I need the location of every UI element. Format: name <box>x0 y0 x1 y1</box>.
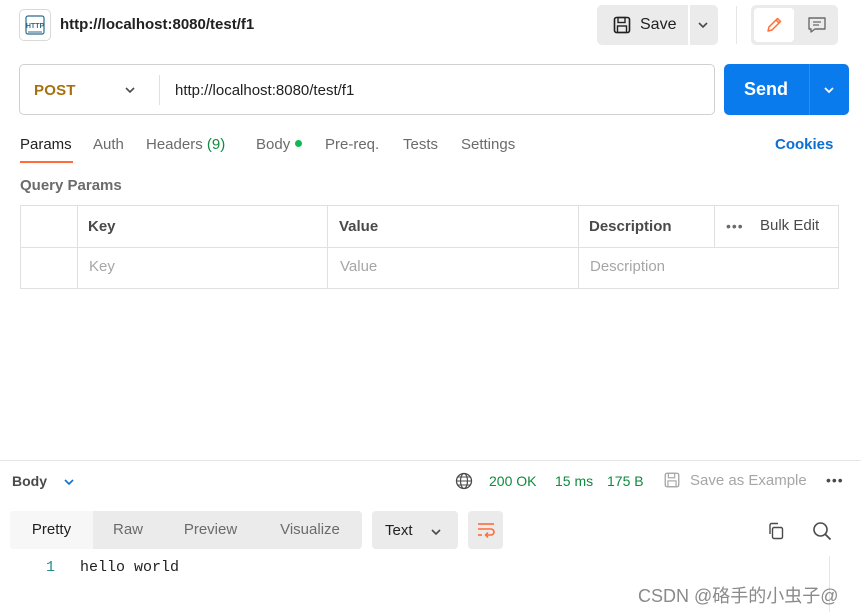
send-button-group: Send <box>724 64 849 115</box>
divider <box>714 206 715 247</box>
comments-button[interactable] <box>798 8 836 42</box>
response-size[interactable]: 175 B <box>607 473 644 489</box>
status-code[interactable]: 200 OK <box>489 473 536 489</box>
cookies-link[interactable]: Cookies <box>775 136 833 153</box>
chevron-down-icon <box>824 87 834 94</box>
method-select[interactable]: POST <box>34 82 76 99</box>
view-tab-pretty[interactable]: Pretty <box>10 511 93 549</box>
divider <box>736 6 737 44</box>
save-button-group: Save <box>597 5 718 45</box>
column-header-value: Value <box>339 218 379 235</box>
view-tab-preview[interactable]: Preview <box>163 511 258 549</box>
response-body-label[interactable]: Body <box>12 473 47 489</box>
value-input[interactable]: Value <box>340 258 377 275</box>
tab-headers-label: Headers <box>146 136 203 153</box>
tab-body[interactable]: Body <box>256 136 303 153</box>
save-icon <box>613 16 631 34</box>
view-tab-raw[interactable]: Raw <box>93 511 163 549</box>
pencil-icon <box>767 17 782 32</box>
chevron-down-icon[interactable] <box>123 83 137 97</box>
wrap-lines-button[interactable] <box>468 511 503 549</box>
column-header-key: Key <box>88 218 116 235</box>
chevron-down-icon <box>431 529 441 536</box>
response-body-line[interactable]: hello world <box>80 559 179 576</box>
active-tab-indicator <box>20 161 73 163</box>
edit-mode-button[interactable] <box>754 8 794 42</box>
body-indicator-dot <box>295 140 303 147</box>
http-request-icon: HTTP <box>19 9 51 41</box>
format-label: Text <box>385 522 413 539</box>
request-header: HTTP http://localhost:8080/test/f1 Save <box>0 0 861 52</box>
query-params-table: Key Value Description ••• Bulk Edit Key … <box>20 205 839 289</box>
key-input[interactable]: Key <box>89 258 115 275</box>
save-button[interactable]: Save <box>597 5 688 45</box>
tab-prereq[interactable]: Pre-req. <box>325 136 379 153</box>
response-time[interactable]: 15 ms <box>555 473 593 489</box>
more-options-icon[interactable]: ••• <box>826 472 844 488</box>
globe-icon[interactable] <box>455 472 473 490</box>
divider <box>21 247 838 248</box>
send-options-button[interactable] <box>810 64 849 115</box>
url-input[interactable]: http://localhost:8080/test/f1 <box>175 82 354 99</box>
send-button[interactable]: Send <box>744 79 788 100</box>
query-params-title: Query Params <box>20 177 122 194</box>
format-select[interactable]: Text <box>372 511 458 549</box>
tab-params[interactable]: Params <box>20 136 72 153</box>
response-view-tabs: Pretty Raw Preview Visualize <box>10 511 362 549</box>
column-header-description: Description <box>589 218 672 235</box>
divider <box>578 206 579 288</box>
divider <box>0 460 861 461</box>
divider <box>77 206 78 288</box>
tab-tests[interactable]: Tests <box>403 136 438 153</box>
mode-toggle <box>751 5 838 45</box>
request-title[interactable]: http://localhost:8080/test/f1 <box>60 16 254 33</box>
tab-headers[interactable]: Headers (9) <box>146 136 225 153</box>
comment-icon <box>808 17 826 33</box>
tab-settings[interactable]: Settings <box>461 136 515 153</box>
save-label: Save <box>640 16 677 33</box>
search-icon[interactable] <box>811 520 833 542</box>
copy-icon[interactable] <box>766 521 786 541</box>
tab-auth[interactable]: Auth <box>93 136 124 153</box>
view-tab-visualize[interactable]: Visualize <box>258 511 362 549</box>
bulk-edit-button[interactable]: Bulk Edit <box>760 217 819 234</box>
more-options-icon[interactable]: ••• <box>726 218 744 234</box>
watermark: CSDN @硌手的小虫子@ <box>638 586 839 606</box>
line-number: 1 <box>46 559 56 576</box>
chevron-down-icon[interactable] <box>62 475 76 489</box>
url-bar: POST http://localhost:8080/test/f1 <box>19 64 715 115</box>
divider <box>327 206 328 288</box>
description-input[interactable]: Description <box>590 258 665 275</box>
tab-body-label: Body <box>256 136 291 153</box>
divider <box>159 75 160 105</box>
headers-count: (9) <box>206 136 226 153</box>
save-options-button[interactable] <box>690 5 718 45</box>
save-as-example-button[interactable]: Save as Example <box>690 472 807 489</box>
save-icon <box>664 472 680 488</box>
chevron-down-icon <box>698 22 708 29</box>
svg-text:HTTP: HTTP <box>26 23 45 30</box>
wrap-lines-icon <box>478 523 495 539</box>
